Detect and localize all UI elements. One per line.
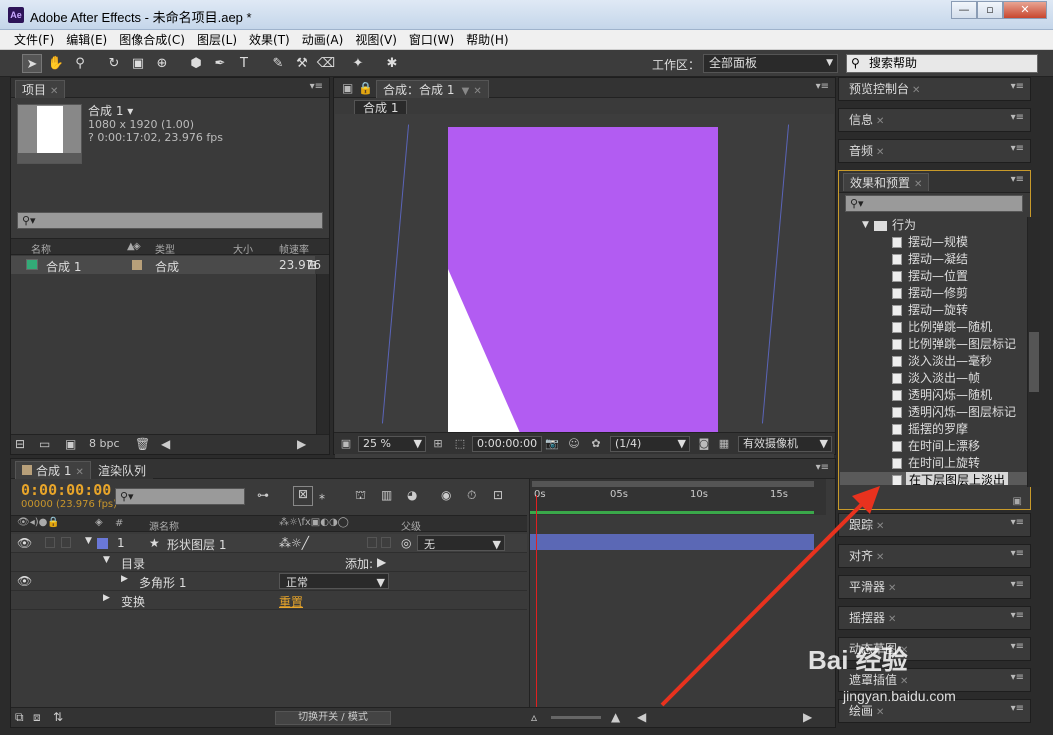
baidu-watermark: Bai 经验 [808,645,908,675]
baidu-watermark-url: jingyan.baidu.com [843,688,956,704]
annotation-arrow [660,486,880,707]
